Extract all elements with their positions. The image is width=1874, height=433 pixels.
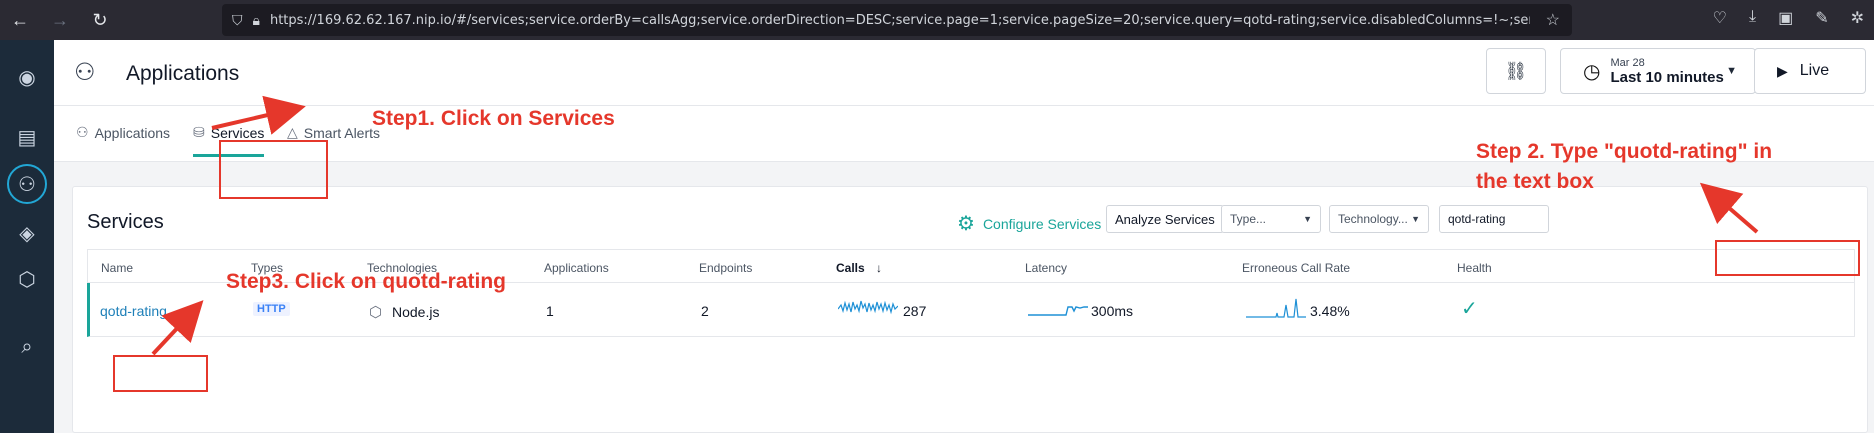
configure-label: Configure Services	[982, 215, 1102, 232]
tab-label: Applications	[94, 124, 171, 141]
column-calls[interactable]: Calls ↓	[836, 261, 882, 275]
infrastructure-icon[interactable]: ⬡	[12, 264, 42, 294]
chevron-down-icon: ▼	[1303, 214, 1312, 224]
applications-icon: ⚇	[74, 59, 96, 86]
tab-services[interactable]: ⛁ Services	[193, 124, 265, 157]
live-label: Live	[1799, 62, 1830, 79]
lock-icon: 🔒︎	[252, 11, 260, 28]
bookmark-star-icon[interactable]: ☆	[1546, 10, 1560, 30]
annotation-step2-line2: the text box	[1476, 170, 1594, 193]
extension-icon[interactable]: ✎	[1815, 8, 1828, 28]
instana-logo-icon[interactable]: ◉	[12, 62, 42, 92]
time-range-date: Mar 28	[1610, 56, 1645, 69]
search-input[interactable]	[1439, 205, 1549, 233]
column-latency[interactable]: Latency	[1025, 261, 1067, 275]
configure-services-link[interactable]: ⚙ Configure Services	[957, 211, 1101, 236]
reload-icon[interactable]: ↻	[80, 10, 120, 31]
save-icon[interactable]: ▣	[1778, 8, 1793, 28]
time-range-picker[interactable]: ◷ Mar 28 Last 10 minutes ▼	[1560, 48, 1756, 94]
services-title: Services	[87, 211, 164, 233]
column-health[interactable]: Health	[1457, 261, 1492, 275]
technology-filter-select[interactable]: Technology... ▼	[1329, 205, 1429, 233]
type-filter-placeholder: Type...	[1230, 212, 1267, 226]
play-icon: ▶	[1777, 62, 1788, 79]
annotation-step1: Step1. Click on Services	[372, 107, 615, 130]
sort-arrow-down-icon: ↓	[876, 261, 883, 275]
column-endpoints[interactable]: Endpoints	[699, 261, 752, 275]
tab-label: Smart Alerts	[303, 124, 381, 141]
url-text[interactable]: https://169.62.62.167.nip.io/#/services;…	[270, 13, 1530, 28]
technology-filter-placeholder: Technology...	[1338, 212, 1408, 226]
calls-sparkline	[838, 300, 898, 315]
column-name[interactable]: Name	[101, 261, 133, 275]
error-rate-sparkline	[1246, 298, 1306, 318]
forward-icon[interactable]: →	[40, 10, 80, 31]
error-rate-value: 3.48%	[1310, 303, 1350, 319]
latency-value: 300ms	[1091, 303, 1134, 319]
healthy-check-icon: ✓	[1461, 298, 1478, 320]
left-nav-rail: ◉ ▤ ⚇ ◈ ⬡ ⌕	[0, 40, 54, 433]
tab-label: Services	[210, 124, 265, 141]
extensions-puzzle-icon[interactable]: ✲	[1851, 8, 1864, 28]
gear-icon: ⚙	[957, 213, 975, 235]
shield-icon: ⛉	[232, 11, 243, 28]
nodejs-icon: ⬡	[369, 304, 383, 321]
calls-value: 287	[903, 303, 927, 319]
page-header: ⚇ Applications ⛓ ◷ Mar 28 Last 10 minute…	[54, 40, 1874, 106]
type-badge: HTTP	[253, 302, 290, 316]
type-filter-select[interactable]: Type... ▼	[1221, 205, 1321, 233]
tab-smart-alerts[interactable]: △ Smart Alerts	[287, 124, 380, 141]
analytics-search-icon[interactable]: ⌕	[12, 332, 42, 362]
column-applications[interactable]: Applications	[544, 261, 609, 275]
services-card: Services ⚙ Configure Services Analyze Se…	[72, 186, 1868, 433]
browser-toolbar: ← → ↻ ⛉ 🔒︎ https://169.62.62.167.nip.io/…	[0, 0, 1874, 40]
chevron-down-icon: ▼	[1411, 214, 1420, 224]
annotation-step3: Step3. Click on quotd-rating	[226, 270, 507, 293]
applications-icon[interactable]: ⚇	[7, 164, 47, 204]
back-icon[interactable]: ←	[0, 10, 40, 31]
clock-icon: ◷	[1583, 60, 1601, 83]
websites-icon[interactable]: ◈	[12, 218, 42, 248]
tab-applications[interactable]: ⚇ Applications	[76, 124, 170, 141]
highlight-service-link	[113, 355, 208, 392]
page-title: Applications	[126, 62, 240, 85]
alert-triangle-icon: △	[287, 124, 298, 140]
service-name-link[interactable]: qotd-rating	[100, 303, 167, 319]
applications-count: 1	[546, 303, 554, 319]
analyze-services-button[interactable]: Analyze Services	[1106, 205, 1224, 233]
link-icon: ⛓	[1504, 60, 1528, 81]
download-icon[interactable]: ⤓	[1749, 8, 1756, 28]
services-icon: ⛁	[193, 124, 205, 140]
technology-cell: ⬡ Node.js	[369, 303, 439, 321]
live-button[interactable]: ▶ Live	[1754, 48, 1866, 94]
copy-link-button[interactable]: ⛓	[1486, 48, 1546, 94]
dashboard-icon[interactable]: ▤	[12, 122, 42, 152]
column-error-rate[interactable]: Erroneous Call Rate	[1242, 261, 1350, 275]
address-bar[interactable]: ⛉ 🔒︎ https://169.62.62.167.nip.io/#/serv…	[222, 4, 1572, 36]
endpoints-count: 2	[701, 303, 709, 319]
applications-icon: ⚇	[76, 124, 89, 140]
highlight-services-tab	[219, 140, 328, 199]
highlight-search-input	[1715, 240, 1860, 276]
chevron-down-icon: ▼	[1726, 65, 1737, 77]
time-range-label: Last 10 minutes	[1610, 68, 1724, 86]
latency-sparkline	[1028, 306, 1088, 316]
column-calls-label: Calls	[836, 261, 865, 275]
annotation-step2-line1: Step 2. Type "quotd-rating" in	[1476, 140, 1773, 163]
pocket-icon[interactable]: ♡	[1713, 8, 1727, 28]
technology-label: Node.js	[392, 304, 440, 320]
